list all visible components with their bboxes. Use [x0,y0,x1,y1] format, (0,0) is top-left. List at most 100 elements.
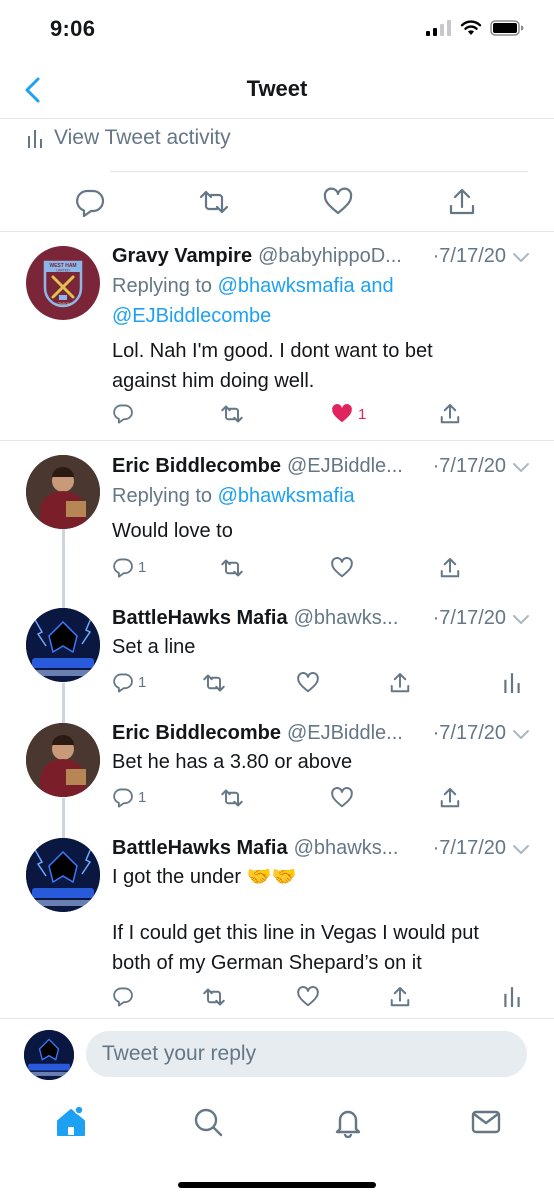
analytics-icon [504,673,520,693]
home-indicator[interactable] [178,1182,376,1188]
like-button[interactable] [296,671,320,695]
username[interactable]: @babyhippoD... [258,245,429,268]
share-icon [440,558,460,578]
username[interactable]: @bhawks... [294,607,429,630]
tweet-header: Gravy Vampire @babyhippoD... ·7/17/20 [112,245,506,268]
tweet-date: ·7/17/20 [432,722,506,744]
tweet-actions: 1 [112,671,532,697]
display-name[interactable]: Gravy Vampire [112,245,252,268]
reply-button[interactable]: 1 [112,556,146,578]
reply-icon [113,788,133,808]
reply-button[interactable]: 1 [112,786,146,808]
reply-count: 1 [138,558,147,576]
reply-button[interactable] [112,402,134,424]
retweet-button[interactable] [202,671,226,695]
tab-messages[interactable] [470,1106,502,1138]
tweet-text: Lol. Nah I'm good. I dont want to bet ag… [112,336,520,396]
reply-button[interactable]: 1 [112,671,146,693]
main-reply-button[interactable] [74,186,106,218]
mention-link[interactable]: @bhawksmafia and [218,275,394,297]
tweet-text-line: Bet he has a 3.80 or above [112,751,353,773]
reply-button[interactable] [112,985,134,1007]
tweet-header: Eric Biddlecombe @EJBiddle... ·7/17/20 [112,722,506,745]
tweet-analytics-button[interactable] [504,985,520,1007]
tweet-text: I got the under 🤝🤝 [112,862,520,892]
chevron-down-icon[interactable] [512,729,530,741]
chevron-down-icon[interactable] [512,614,530,626]
chevron-down-icon[interactable] [512,462,530,474]
like-button[interactable] [330,556,354,580]
share-icon [390,987,410,1007]
heart-icon [331,787,353,808]
status-icons [426,20,524,36]
reply-icon [113,404,133,424]
search-icon [194,1108,223,1137]
heart-filled-icon [332,403,352,423]
display-name[interactable]: Eric Biddlecombe [112,722,281,745]
main-share-button[interactable] [446,186,478,218]
tweet-text-line: If I could get this line in Vegas I woul… [112,922,479,944]
avatar[interactable] [26,608,100,682]
chevron-down-icon[interactable] [512,252,530,264]
mention-link[interactable]: @EJBiddlecombe [112,305,271,327]
replying-to-label: Replying to [112,275,218,297]
status-time: 9:06 [50,16,96,41]
main-like-button[interactable] [322,186,354,218]
username[interactable]: @EJBiddle... [287,722,429,745]
analytics-icon [504,987,520,1007]
like-button[interactable] [330,786,354,810]
display-name[interactable]: BattleHawks Mafia [112,837,288,860]
section-divider [0,231,554,232]
avatar[interactable] [26,455,100,529]
username[interactable]: @EJBiddle... [287,455,429,478]
username[interactable]: @bhawks... [294,837,429,860]
avatar[interactable]: WEST HAM UNITED LONDON [26,246,100,320]
crest-text-mid: UNITED [56,269,70,273]
tweet-date: ·7/17/20 [432,837,506,859]
crest-text-bottom: LONDON [56,302,71,306]
display-name[interactable]: BattleHawks Mafia [112,607,288,630]
avatar[interactable] [26,838,100,912]
share-button[interactable] [388,671,412,695]
share-button[interactable] [438,786,462,810]
like-count: 1 [358,405,367,423]
tweet-actions [112,985,532,1011]
avatar[interactable] [26,723,100,797]
share-button[interactable] [438,556,462,580]
messages-icon [471,1110,501,1134]
share-icon [449,188,475,215]
share-button[interactable] [388,985,412,1009]
retweet-button[interactable] [220,556,244,580]
tab-search[interactable] [192,1106,224,1138]
profile-photo-icon [26,723,100,797]
tweet-text: Set a line [112,632,520,662]
tweet-analytics-button[interactable] [504,671,520,693]
my-avatar[interactable] [24,1030,74,1080]
like-button[interactable] [296,985,320,1009]
thread-line [62,683,65,723]
tweet-text-line: Would love to [112,520,233,542]
share-button[interactable] [438,402,462,426]
main-retweet-button[interactable] [198,186,230,218]
display-name[interactable]: Eric Biddlecombe [112,455,281,478]
heart-icon [297,986,319,1007]
tab-notifications[interactable] [332,1106,364,1138]
chevron-down-icon[interactable] [512,844,530,856]
activity-divider [110,171,528,172]
tweet-text: If I could get this line in Vegas I woul… [112,918,520,978]
header-divider [0,118,554,119]
reply-bar-divider [0,1018,554,1019]
retweet-button[interactable] [220,402,244,426]
tab-home[interactable] [54,1105,86,1137]
view-tweet-activity[interactable]: View Tweet activity [28,126,231,150]
tweet-text-line: Lol. Nah I'm good. I dont want to bet [112,340,433,362]
view-tweet-activity-label: View Tweet activity [54,126,231,149]
retweet-button[interactable] [220,786,244,810]
like-button[interactable]: 1 [330,402,366,426]
reply-input[interactable]: Tweet your reply [86,1031,527,1077]
mention-link[interactable]: @bhawksmafia [218,485,355,507]
battlehawks-logo-icon [24,1030,74,1080]
retweet-button[interactable] [202,985,226,1009]
share-icon [440,404,460,424]
reply-icon [113,987,133,1007]
